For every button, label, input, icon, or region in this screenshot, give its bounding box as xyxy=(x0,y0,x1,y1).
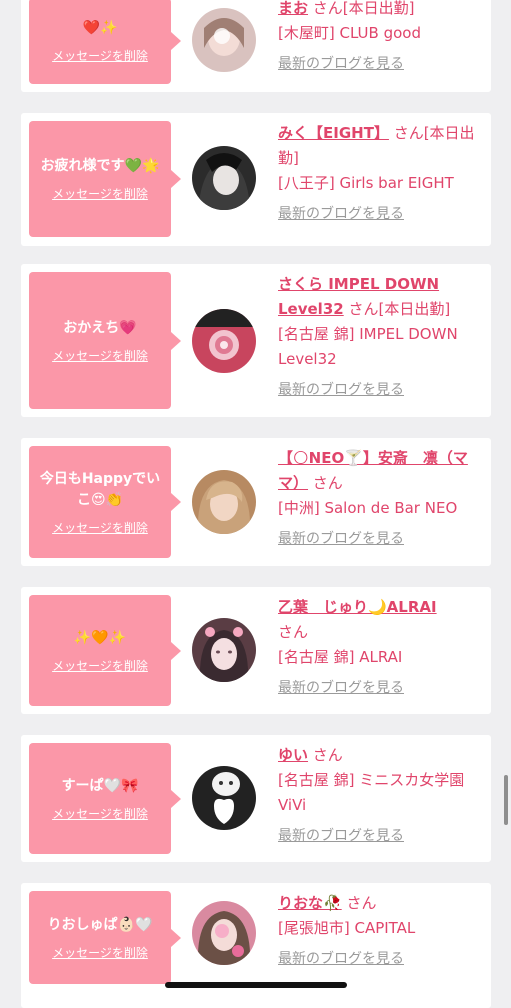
message-bubble: すーぱ🤍🎀 メッセージを削除 xyxy=(29,743,181,854)
message-bubble: ✨🧡✨ メッセージを削除 xyxy=(29,595,181,706)
shop-name: [木屋町] CLUB good xyxy=(278,24,421,42)
message-text: りおしゅぱ👶🏻🤍 xyxy=(47,916,153,933)
cast-status: さん xyxy=(278,623,309,641)
shop-name: [名古屋 錦] IMPEL DOWN Level32 xyxy=(278,325,458,368)
message-card: すーぱ🤍🎀 メッセージを削除 ゆい さん [名古屋 錦] ミニスカ女学園ViVi… xyxy=(21,735,491,862)
cast-info: まお さん[本日出勤] [木屋町] CLUB good 最新のブログを見る xyxy=(278,0,488,77)
avatar-image xyxy=(192,766,256,830)
shop-name: [中洲] Salon de Bar NEO xyxy=(278,499,458,517)
message-card: ❤️✨ メッセージを削除 まお さん[本日出勤] [木屋町] CLUB good… xyxy=(21,0,491,92)
delete-message-link[interactable]: メッセージを削除 xyxy=(52,944,148,961)
message-text: すーぱ🤍🎀 xyxy=(61,777,139,794)
delete-message-link[interactable]: メッセージを削除 xyxy=(52,185,148,202)
avatar[interactable] xyxy=(192,309,256,373)
message-card: りおしゅぱ👶🏻🤍 メッセージを削除 りおな🥀 さん [尾張旭市] CAPITAL… xyxy=(21,883,491,1008)
cast-status: さん xyxy=(308,474,343,492)
message-text: 今日もHappyでいこ😍👏 xyxy=(39,470,161,508)
message-card: お疲れ様です💚🌟 メッセージを削除 みく【EIGHT】 さん[本日出勤] [八王… xyxy=(21,113,491,246)
avatar-image xyxy=(192,309,256,373)
cast-info: ゆい さん [名古屋 錦] ミニスカ女学園ViVi 最新のブログを見る xyxy=(278,743,488,849)
avatar-image xyxy=(192,8,256,72)
cast-status: さん[本日出勤] xyxy=(343,300,451,318)
scrollbar[interactable] xyxy=(504,775,508,825)
delete-message-link[interactable]: メッセージを削除 xyxy=(52,519,148,536)
latest-blog-link[interactable]: 最新のブログを見る xyxy=(278,676,488,701)
cast-info: りおな🥀 さん [尾張旭市] CAPITAL 最新のブログを見る xyxy=(278,891,488,972)
message-bubble: お疲れ様です💚🌟 メッセージを削除 xyxy=(29,121,181,237)
avatar-image xyxy=(192,901,256,965)
avatar[interactable] xyxy=(192,470,256,534)
message-card: ✨🧡✨ メッセージを削除 乙葉 じゅり🌙ALRAI さん [名古屋 錦] ALR… xyxy=(21,587,491,714)
avatar-image xyxy=(192,618,256,682)
delete-message-link[interactable]: メッセージを削除 xyxy=(52,47,148,64)
cast-info: 【🌕NEO🍸】安斎 凛（ママ） さん [中洲] Salon de Bar NEO… xyxy=(278,446,488,552)
cast-name-link[interactable]: ゆい xyxy=(278,746,308,764)
message-bubble: おかえち💗 メッセージを削除 xyxy=(29,272,181,409)
message-text: ❤️✨ xyxy=(82,20,118,36)
cast-info: みく【EIGHT】 さん[本日出勤] [八王子] Girls bar EIGHT… xyxy=(278,121,488,227)
cast-name-link[interactable]: 【🌕NEO🍸】安斎 凛（ママ） xyxy=(278,449,468,492)
cast-info: さくら IMPEL DOWN Level32 さん[本日出勤] [名古屋 錦] … xyxy=(278,272,488,403)
shop-name: [名古屋 錦] ミニスカ女学園ViVi xyxy=(278,771,465,814)
latest-blog-link[interactable]: 最新のブログを見る xyxy=(278,378,488,403)
cast-name-link[interactable]: みく【EIGHT】 xyxy=(278,124,389,142)
message-card: おかえち💗 メッセージを削除 さくら IMPEL DOWN Level32 さん… xyxy=(21,264,491,417)
cast-name-link[interactable]: 乙葉 じゅり🌙ALRAI xyxy=(278,598,437,616)
delete-message-link[interactable]: メッセージを削除 xyxy=(52,347,148,364)
latest-blog-link[interactable]: 最新のブログを見る xyxy=(278,527,488,552)
message-card: 今日もHappyでいこ😍👏 メッセージを削除 【🌕NEO🍸】安斎 凛（ママ） さ… xyxy=(21,438,491,566)
message-text: ✨🧡✨ xyxy=(73,629,127,646)
latest-blog-link[interactable]: 最新のブログを見る xyxy=(278,202,488,227)
latest-blog-link[interactable]: 最新のブログを見る xyxy=(278,947,488,972)
cast-info: 乙葉 じゅり🌙ALRAI さん [名古屋 錦] ALRAI 最新のブログを見る xyxy=(278,595,488,701)
message-bubble: 今日もHappyでいこ😍👏 メッセージを削除 xyxy=(29,446,181,558)
latest-blog-link[interactable]: 最新のブログを見る xyxy=(278,52,488,77)
cast-status: さん[本日出勤] xyxy=(308,0,415,17)
latest-blog-link[interactable]: 最新のブログを見る xyxy=(278,824,488,849)
cast-status: さん xyxy=(341,894,377,912)
avatar[interactable] xyxy=(192,766,256,830)
cast-name-link[interactable]: まお xyxy=(278,0,308,17)
home-indicator[interactable] xyxy=(165,982,347,988)
avatar[interactable] xyxy=(192,8,256,72)
cast-status: さん xyxy=(308,746,343,764)
cast-name-link[interactable]: りおな🥀 xyxy=(278,894,342,912)
delete-message-link[interactable]: メッセージを削除 xyxy=(52,805,148,822)
message-text: おかえち💗 xyxy=(63,319,137,336)
avatar[interactable] xyxy=(192,901,256,965)
delete-message-link[interactable]: メッセージを削除 xyxy=(52,657,148,674)
shop-name: [名古屋 錦] ALRAI xyxy=(278,648,403,666)
message-text: お疲れ様です💚🌟 xyxy=(40,158,160,174)
avatar-image xyxy=(192,146,256,210)
shop-name: [尾張旭市] CAPITAL xyxy=(278,919,416,937)
message-bubble: ❤️✨ メッセージを削除 xyxy=(29,0,181,84)
message-bubble: りおしゅぱ👶🏻🤍 メッセージを削除 xyxy=(29,891,181,984)
avatar-image xyxy=(192,470,256,534)
shop-name: [八王子] Girls bar EIGHT xyxy=(278,174,454,192)
avatar[interactable] xyxy=(192,146,256,210)
avatar[interactable] xyxy=(192,618,256,682)
